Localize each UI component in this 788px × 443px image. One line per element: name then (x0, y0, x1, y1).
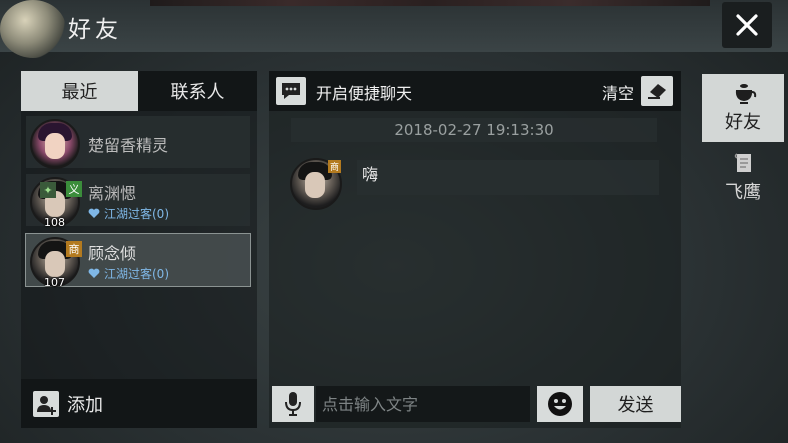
moon-emblem-icon (0, 0, 66, 58)
add-label: 添加 (67, 394, 103, 416)
side-tab-friends[interactable]: 好友 (702, 74, 784, 142)
avatar: 商 107 (30, 237, 82, 289)
message-bubble: 嗨 (357, 160, 659, 195)
friend-item-3[interactable]: 商 107 顾念倾 江湖过客(0) (25, 233, 251, 289)
tab-recent[interactable]: 最近 (21, 71, 138, 111)
emoji-button[interactable] (537, 386, 583, 422)
relation-status: 江湖过客(0) (88, 205, 169, 222)
close-icon (736, 14, 758, 36)
page-title: 好友 (68, 17, 122, 43)
faction-badge: 商 (328, 160, 341, 173)
level-label: 108 (44, 216, 65, 229)
clear-label: 清空 (602, 84, 635, 103)
chat-toolbar: 开启便捷聊天 清空 (269, 71, 681, 111)
close-button[interactable] (722, 2, 772, 48)
send-button[interactable]: 发送 (590, 386, 681, 422)
friend-name: 顾念倾 (88, 244, 137, 263)
faction-badge: 商 (66, 241, 82, 257)
chat-text-input[interactable] (316, 386, 530, 422)
add-friend-button[interactable]: 添加 (21, 379, 257, 428)
message-avatar: 商 (290, 158, 342, 210)
faction-badge: 义 (66, 181, 82, 197)
top-status-strip (150, 0, 710, 6)
friend-item-spirit[interactable]: 楚留香精灵 (26, 116, 250, 169)
friend-name: 楚留香精灵 (88, 136, 169, 155)
scroll-icon (734, 153, 751, 172)
avatar (30, 119, 80, 169)
quick-chat-toggle[interactable] (276, 77, 306, 105)
friend-name: 离渊愢 (88, 184, 137, 203)
voice-input-button[interactable] (272, 386, 314, 422)
clear-button[interactable] (641, 76, 673, 106)
chat-panel: 开启便捷聊天 清空 2018-02-27 19:13:30 商 嗨 点击输入文字… (269, 71, 681, 428)
smiley-icon (548, 392, 572, 416)
chat-input-bar: 发送 (269, 383, 681, 428)
friend-item-2[interactable]: 义 ✦ 108 离渊愢 江湖过客(0) (26, 174, 250, 229)
relation-text: 江湖过客(0) (104, 207, 169, 221)
eraser-icon (648, 84, 666, 99)
level-label: 107 (44, 276, 65, 289)
side-tab-label: 好友 (725, 112, 761, 133)
avatar: 商 (290, 158, 342, 210)
chat-bubble-icon (282, 83, 300, 99)
quick-chat-label[interactable]: 开启便捷聊天 (316, 80, 412, 104)
add-user-icon (33, 390, 59, 417)
message-timestamp: 2018-02-27 19:13:30 (291, 118, 657, 142)
microphone-icon (285, 392, 301, 416)
tab-contacts[interactable]: 联系人 (138, 71, 257, 111)
status-badge-icon: ✦ (40, 182, 56, 198)
side-tab-label: 飞鹰 (725, 182, 761, 203)
heart-icon (88, 268, 100, 278)
side-tab-mail[interactable]: 飞鹰 (702, 144, 784, 212)
relation-text: 江湖过客(0) (104, 267, 169, 281)
friend-list-panel: 最近 联系人 楚留香精灵 义 ✦ 108 离渊愢 江湖过客(0) 商 107 顾… (21, 71, 257, 428)
teapot-icon (735, 84, 757, 104)
relation-status: 江湖过客(0) (88, 265, 169, 282)
avatar: 义 ✦ 108 (30, 177, 82, 229)
heart-icon (88, 208, 100, 218)
